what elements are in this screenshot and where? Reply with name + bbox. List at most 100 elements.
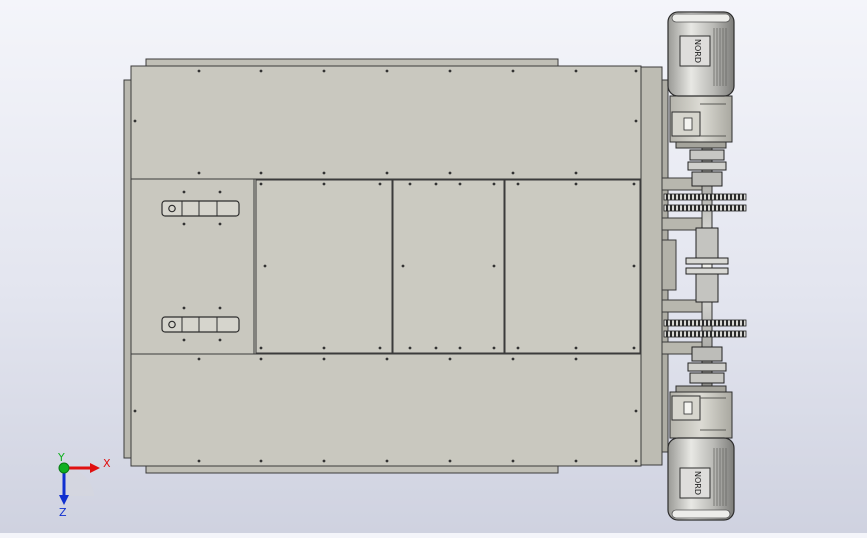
bolt-hole [492,264,496,268]
bolt-hole [511,357,515,361]
bolt-hole [634,459,638,463]
sprocket-tooth [722,205,724,211]
sprocket-tooth [722,194,724,200]
triad-plane [64,467,94,496]
sprocket-tooth [678,331,680,337]
bolt-hole [511,69,515,73]
bolt-hole [385,357,389,361]
bolt-hole [492,182,496,186]
sprocket-tooth [730,320,732,326]
sprocket-tooth [726,194,728,200]
bolt-hole [458,346,462,350]
sprocket-tooth [686,205,688,211]
sprocket-tooth [674,205,676,211]
sprocket-tooth [706,331,708,337]
sprocket-tooth [742,205,744,211]
bolt-hole [492,346,496,350]
bolt-hole [385,459,389,463]
center-sub-panel-2 [392,179,505,354]
main-frame [123,58,669,474]
sprocket-tooth [690,194,692,200]
bolt-hole [385,171,389,175]
sprocket-tooth [702,320,704,326]
sprocket-tooth [682,205,684,211]
bolt-hole [322,346,326,350]
frame-right-flange [639,66,663,466]
bolt-hole [322,171,326,175]
x-axis-arrowhead [90,463,100,473]
bolt-hole [259,459,263,463]
sprocket-tooth [702,194,704,200]
sprocket-tooth [730,205,732,211]
sprocket-tooth [726,331,728,337]
sprocket-tooth [690,320,692,326]
sprocket-tooth [698,331,700,337]
drive-shaft-assembly [661,139,729,391]
sprocket-tooth [678,205,680,211]
motor-top: NORD [667,11,735,97]
bolt-hole [322,182,326,186]
slot-bracket-top [161,200,240,217]
sprocket-tooth [690,205,692,211]
sprocket-tooth [698,205,700,211]
sprocket-tooth [710,320,712,326]
top-panel [130,65,642,180]
sprocket-tooth [714,331,716,337]
cad-drawing: NORD NORD X Y Z [57,11,747,521]
bolt-hole [634,119,638,123]
motor-bottom-badge: NORD [693,471,702,495]
coordinate-triad[interactable]: X Y Z [57,451,111,519]
bolt-hole [259,182,263,186]
sprocket-tooth [694,205,696,211]
sprocket-tooth [666,320,668,326]
sprocket-tooth [694,194,696,200]
bolt-hole [574,182,578,186]
bolt-hole [218,338,222,342]
sprocket-tooth [738,205,740,211]
sprocket-tooth [694,331,696,337]
bolt-hole [133,409,137,413]
gearbox-bottom [669,385,733,439]
bolt-hole [458,182,462,186]
bolt-hole [574,171,578,175]
bolt-hole [634,409,638,413]
motor-top-badge: NORD [693,39,702,63]
bolt-hole [133,119,137,123]
bolt-hole [197,171,201,175]
bolt-hole [197,357,201,361]
sprocket-tooth [734,194,736,200]
bolt-hole [574,346,578,350]
bottom-panel [130,353,642,467]
sprocket-tooth [730,331,732,337]
sprocket-tooth [714,205,716,211]
bolt-hole [322,69,326,73]
sprocket-tooth [698,320,700,326]
sprocket-tooth [718,331,720,337]
sprocket-ring [663,330,747,338]
center-sub-panel-3 [504,179,641,354]
motor-bottom: NORD [667,437,735,521]
bolt-hole [511,459,515,463]
slot-bracket-bottom [161,316,240,333]
bolt-hole [182,338,186,342]
z-axis-arrowhead [59,495,69,505]
cad-viewport[interactable]: NORD NORD X Y Z [0,0,867,533]
bolt-hole [516,182,520,186]
sprocket-tooth [710,331,712,337]
y-axis-label: Y [57,451,65,464]
sprocket-ring [663,319,747,327]
sprocket-tooth [718,205,720,211]
sprocket-tooth [682,194,684,200]
sprocket-tooth [666,194,668,200]
sprocket-tooth [714,194,716,200]
sprocket-tooth [678,194,680,200]
bolt-hole [401,264,405,268]
sprocket-tooth [670,194,672,200]
bolt-hole [259,346,263,350]
bolt-hole [182,306,186,310]
sprocket-tooth [686,194,688,200]
sprocket-tooth [722,320,724,326]
bolt-hole [448,69,452,73]
sprocket-tooth [706,194,708,200]
sprocket-tooth [710,194,712,200]
